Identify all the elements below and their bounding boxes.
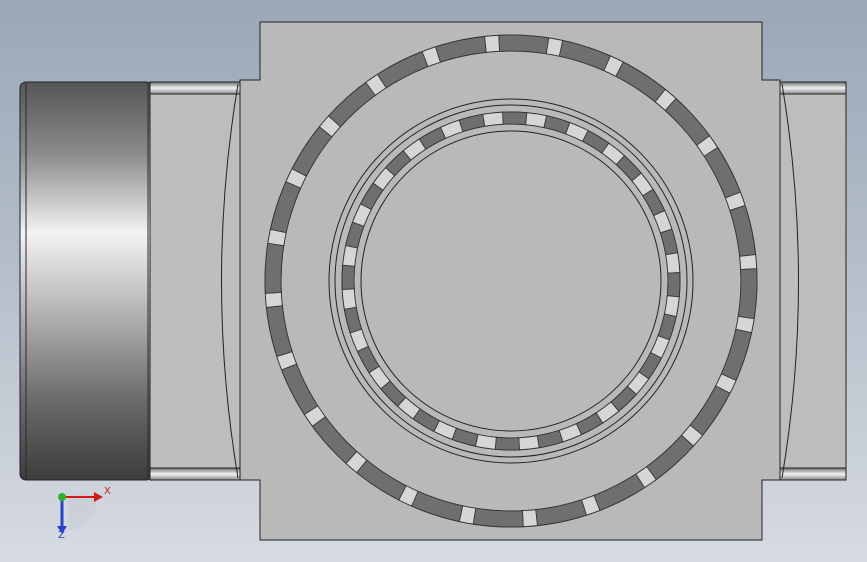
y-axis-dot — [58, 493, 66, 501]
roller-segment — [341, 264, 356, 290]
roller-gap — [342, 244, 358, 267]
roller-segment — [737, 268, 758, 320]
z-axis-label: Z — [58, 530, 65, 541]
triad-quarter-arc — [68, 493, 96, 530]
roller-gap — [474, 434, 497, 450]
cad-graphics-viewport[interactable]: X Z — [0, 0, 867, 562]
roller-gap — [341, 288, 357, 310]
roller-segment — [666, 272, 681, 298]
roller-gap — [664, 295, 680, 318]
x-axis-arrowhead — [94, 492, 103, 502]
roller-gap — [525, 112, 548, 128]
roller-segment — [472, 507, 524, 528]
coordinate-triad — [57, 492, 103, 534]
roller-gap — [522, 509, 538, 528]
part-model-view[interactable] — [0, 0, 867, 562]
roller-gap — [482, 111, 504, 127]
roller-gap — [739, 254, 758, 270]
roller-segment — [502, 111, 528, 126]
left-cylinder-end[interactable] — [19, 81, 153, 481]
left-arm-body[interactable] — [149, 81, 241, 481]
roller-gap — [264, 292, 283, 308]
roller-gap — [518, 435, 540, 451]
roller-segment — [264, 242, 285, 294]
x-axis-label: X — [104, 486, 111, 497]
roller-segment — [494, 436, 520, 451]
roller-gap — [665, 252, 681, 274]
roller-segment — [498, 34, 550, 55]
center-bore[interactable] — [360, 130, 662, 432]
roller-gap — [484, 34, 500, 53]
